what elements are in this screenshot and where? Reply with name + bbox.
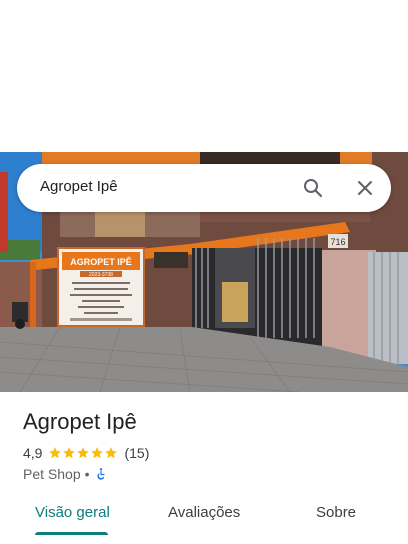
tab-overview[interactable]: Visão geral bbox=[35, 504, 110, 521]
rating-row[interactable]: 4,9 (15) bbox=[23, 445, 149, 461]
star-icon bbox=[77, 447, 90, 459]
separator-dot: • bbox=[84, 466, 90, 482]
place-tabs: Visão geral Avaliações Sobre bbox=[0, 498, 408, 536]
star-icon bbox=[105, 447, 118, 459]
sign-title: AGROPET IPÊ bbox=[70, 256, 132, 267]
close-icon[interactable] bbox=[353, 176, 377, 200]
tab-about[interactable]: Sobre bbox=[316, 504, 356, 521]
sign-phone: 2023-3738 bbox=[89, 272, 113, 278]
star-icon bbox=[49, 447, 62, 459]
star-icon bbox=[91, 447, 104, 459]
search-icon[interactable] bbox=[301, 176, 325, 200]
star-icon bbox=[63, 447, 76, 459]
tab-reviews[interactable]: Avaliações bbox=[168, 504, 240, 521]
category-label: Pet Shop bbox=[23, 466, 81, 482]
rating-value: 4,9 bbox=[23, 445, 43, 461]
review-count[interactable]: (15) bbox=[124, 445, 149, 461]
search-input[interactable]: Agropet Ipê bbox=[40, 178, 118, 195]
active-tab-indicator bbox=[35, 532, 108, 535]
place-title: Agropet Ipê bbox=[23, 409, 137, 434]
search-bar[interactable]: Agropet Ipê bbox=[17, 164, 391, 212]
category-row: Pet Shop • bbox=[23, 466, 108, 482]
rating-stars bbox=[48, 446, 118, 460]
wheelchair-icon bbox=[96, 468, 105, 480]
address-number: 716 bbox=[330, 237, 345, 247]
